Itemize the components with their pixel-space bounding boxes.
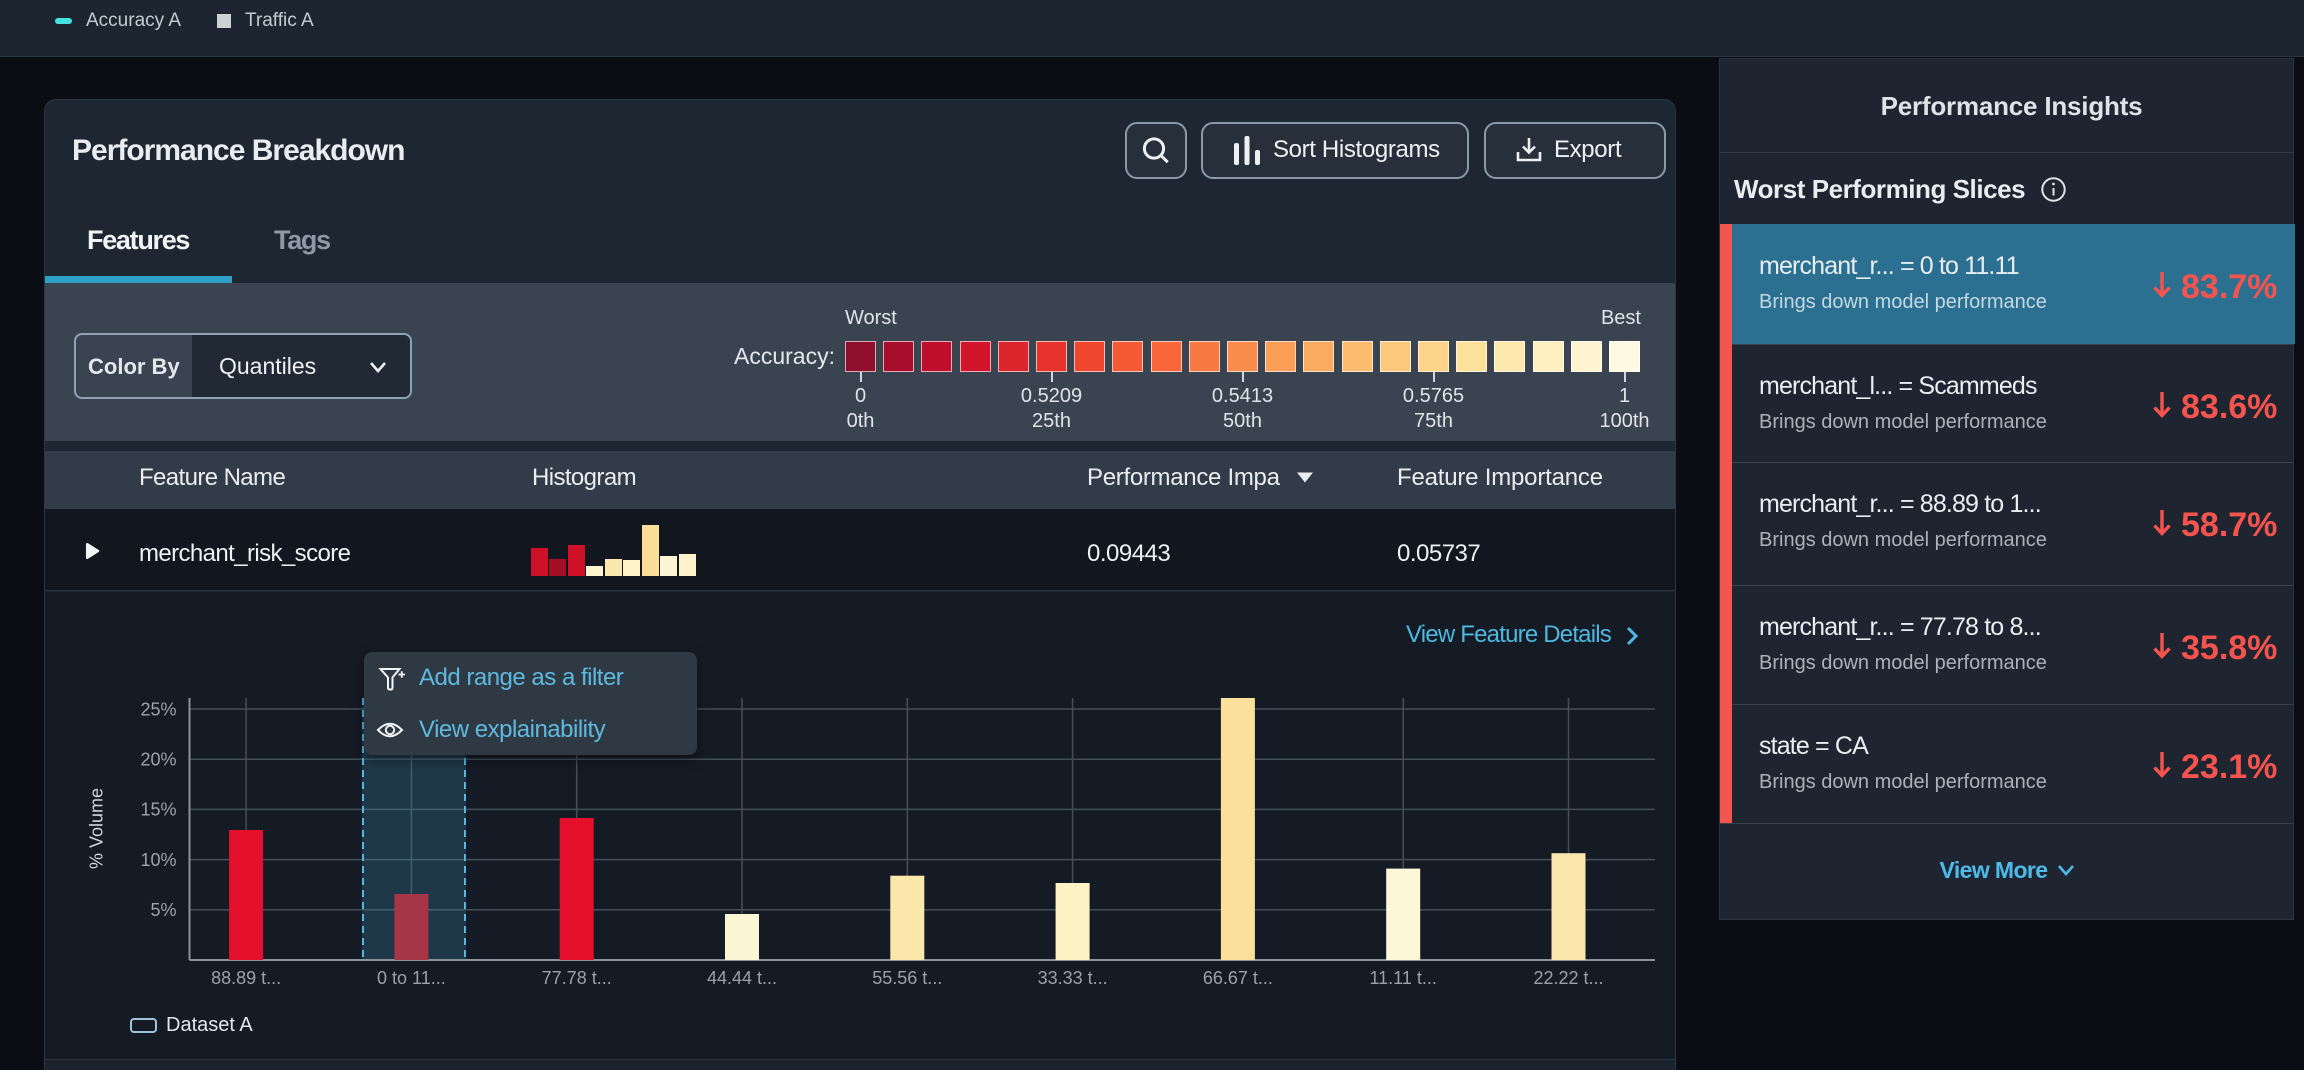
svg-text:5%: 5% <box>150 900 176 920</box>
svg-text:10%: 10% <box>140 850 176 870</box>
svg-text:20%: 20% <box>140 750 176 770</box>
svg-text:66.67 t...: 66.67 t... <box>1203 968 1273 988</box>
svg-text:44.44 t...: 44.44 t... <box>707 968 777 988</box>
svg-text:88.89 t...: 88.89 t... <box>211 968 281 988</box>
svg-text:55.56 t...: 55.56 t... <box>872 968 942 988</box>
svg-text:22.22 t...: 22.22 t... <box>1533 968 1603 988</box>
svg-text:77.78 t...: 77.78 t... <box>542 968 612 988</box>
svg-text:0 to 11...: 0 to 11... <box>377 968 446 988</box>
svg-text:33.33 t...: 33.33 t... <box>1038 968 1108 988</box>
svg-text:15%: 15% <box>140 800 176 820</box>
svg-text:11.11 t...: 11.11 t... <box>1370 968 1437 988</box>
svg-text:25%: 25% <box>140 699 176 719</box>
